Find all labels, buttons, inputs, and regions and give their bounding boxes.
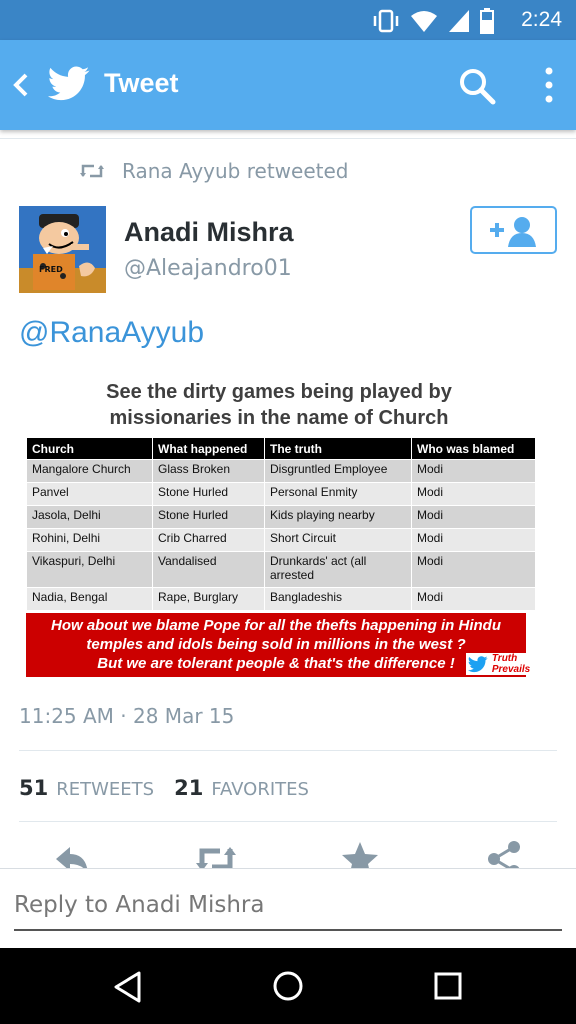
table-cell: Modi <box>411 587 536 611</box>
twitter-bird-icon <box>48 66 90 101</box>
back-icon[interactable] <box>10 68 30 102</box>
favorite-icon[interactable] <box>340 839 380 868</box>
table-cell: Personal Enmity <box>264 482 412 506</box>
retweets-count[interactable]: 51 <box>19 776 48 800</box>
mention-link[interactable]: @RanaAyyub <box>19 316 204 350</box>
avatar-label: FRED <box>39 265 63 274</box>
image-banner: How about we blame Pope for all the thef… <box>26 613 526 677</box>
page-title: Tweet <box>104 68 179 98</box>
table-cell: Rohini, Delhi <box>26 528 153 552</box>
table-cell: Vandalised <box>152 551 265 588</box>
app-bar: Tweet <box>0 40 576 130</box>
image-table: Church What happened The truth Who was b… <box>26 437 536 611</box>
vibrate-icon <box>373 9 399 33</box>
tweet-timestamp: 11:25 AM · 28 Mar 15 <box>19 704 235 728</box>
battery-icon <box>480 8 494 34</box>
status-time: 2:24 <box>521 8 562 31</box>
reply-icon[interactable] <box>52 839 92 868</box>
retweets-label[interactable]: RETWEETS <box>56 779 154 800</box>
table-cell: Mangalore Church <box>26 459 153 483</box>
table-cell: Stone Hurled <box>152 505 265 529</box>
table-cell: Kids playing nearby <box>264 505 412 529</box>
table-cell: Drunkards' act (all arrested <box>264 551 412 588</box>
reply-bar <box>0 868 576 948</box>
favorites-label[interactable]: FAVORITES <box>211 779 309 800</box>
image-title-line1: See the dirty games being played by <box>106 381 452 403</box>
tweet-card: Rana Ayyub retweeted FRED Anadi Mishra @… <box>0 138 576 868</box>
avatar[interactable]: FRED <box>19 206 106 293</box>
table-cell: Modi <box>411 528 536 552</box>
table-header: Who was blamed <box>411 437 536 460</box>
retweeted-by-label: Rana Ayyub retweeted <box>122 159 349 183</box>
table-row: Jasola, Delhi Stone Hurled Kids playing … <box>26 505 536 529</box>
table-header: What happened <box>152 437 265 460</box>
table-cell: Crib Charred <box>152 528 265 552</box>
signal-icon <box>449 10 469 32</box>
table-cell: Modi <box>411 551 536 588</box>
follow-icon <box>490 217 536 247</box>
table-cell: Glass Broken <box>152 459 265 483</box>
divider <box>19 821 557 822</box>
avatar-image: FRED <box>19 206 106 293</box>
image-watermark: Truth Prevails <box>466 653 558 675</box>
table-cell: Vikaspuri, Delhi <box>26 551 153 588</box>
engagement-counts: 51 RETWEETS 21 FAVORITES <box>19 776 309 800</box>
twitter-bird-icon <box>468 655 488 672</box>
table-cell: Modi <box>411 505 536 529</box>
author-name[interactable]: Anadi Mishra <box>124 217 294 248</box>
table-cell: Jasola, Delhi <box>26 505 153 529</box>
image-title-line2: missionaries in the name of Church <box>109 407 449 429</box>
tweet-actions <box>0 839 576 868</box>
table-cell: Short Circuit <box>264 528 412 552</box>
banner-line3: But we are tolerant people & that's the … <box>97 655 455 672</box>
author-handle[interactable]: @Aleajandro01 <box>124 256 292 281</box>
tweet-image[interactable]: See the dirty games being played by miss… <box>19 369 559 681</box>
more-icon[interactable] <box>540 66 558 104</box>
search-icon[interactable] <box>458 67 496 105</box>
table-cell: Rape, Burglary <box>152 587 265 611</box>
divider <box>19 750 557 751</box>
table-row: Rohini, Delhi Crib Charred Short Circuit… <box>26 528 536 552</box>
image-title: See the dirty games being played by miss… <box>19 379 539 431</box>
table-row: Panvel Stone Hurled Personal Enmity Modi <box>26 482 536 506</box>
nav-home-icon[interactable] <box>271 969 305 1003</box>
status-bar: 2:24 <box>0 0 576 40</box>
table-cell: Modi <box>411 482 536 506</box>
retweet-icon[interactable] <box>196 839 236 868</box>
table-cell: Panvel <box>26 482 153 506</box>
banner-line2: temples and idols being sold in millions… <box>86 636 466 653</box>
table-row: Vikaspuri, Delhi Vandalised Drunkards' a… <box>26 551 536 588</box>
follow-button[interactable] <box>470 206 557 254</box>
banner-line1: How about we blame Pope for all the thef… <box>50 617 501 634</box>
table-row: Mangalore Church Glass Broken Disgruntle… <box>26 459 536 483</box>
table-cell: Nadia, Bengal <box>26 587 153 611</box>
table-cell: Bangladeshis <box>264 587 412 611</box>
table-cell: Stone Hurled <box>152 482 265 506</box>
reply-input[interactable] <box>14 881 562 931</box>
table-row: Nadia, Bengal Rape, Burglary Bangladeshi… <box>26 587 536 611</box>
share-icon[interactable] <box>484 839 524 868</box>
wifi-icon <box>411 11 437 32</box>
status-icons <box>372 8 494 34</box>
table-header-row: Church What happened The truth Who was b… <box>26 437 536 460</box>
favorites-count[interactable]: 21 <box>174 776 203 800</box>
retweet-context: Rana Ayyub retweeted <box>80 159 348 183</box>
watermark-text: Truth Prevails <box>491 653 531 675</box>
table-header: Church <box>26 437 153 460</box>
nav-recents-icon[interactable] <box>432 970 464 1002</box>
nav-back-icon[interactable] <box>112 970 144 1004</box>
table-cell: Modi <box>411 459 536 483</box>
table-cell: Disgruntled Employee <box>264 459 412 483</box>
retweet-icon <box>80 164 104 178</box>
table-header: The truth <box>264 437 412 460</box>
system-nav-bar <box>0 948 576 1024</box>
